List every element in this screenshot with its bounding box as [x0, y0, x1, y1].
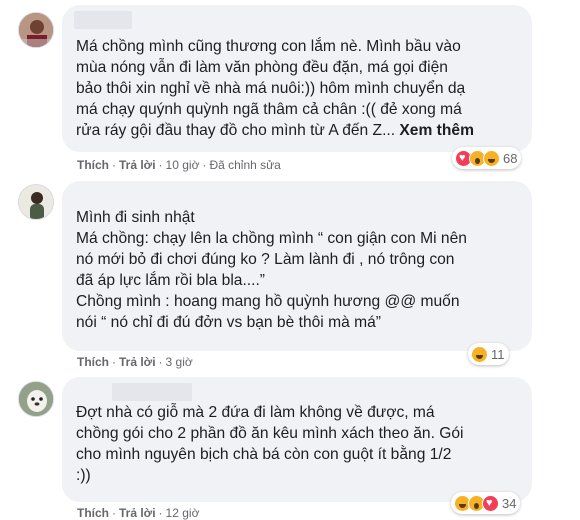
reply-button[interactable]: Trả lời [119, 355, 156, 369]
see-more-link[interactable]: Xem thêm [399, 122, 474, 139]
comment-bubble: Đợt nhà có giỗ mà 2 đứa đi làm không về … [62, 377, 532, 502]
comment-meta: Thích · Trả lời · 3 giờ [77, 355, 193, 369]
comment-text: Đợt nhà có giỗ mà 2 đứa đi làm không về … [76, 404, 464, 484]
comment-meta: Thích · Trả lời · 12 giờ [77, 506, 200, 520]
reaction-summary[interactable]: 34 [451, 492, 521, 514]
comment-meta: Thích · Trả lời · 10 giờ · Đã chỉnh sửa [77, 158, 281, 172]
reply-button[interactable]: Trả lời [119, 158, 156, 172]
like-button[interactable]: Thích [77, 158, 109, 172]
love-icon [482, 494, 499, 512]
reaction-summary[interactable]: 68 [452, 147, 522, 169]
reaction-summary[interactable]: 11 [468, 343, 509, 365]
author-name-redacted[interactable] [112, 383, 192, 401]
reply-button[interactable]: Trả lời [119, 506, 156, 520]
haha-icon [471, 345, 488, 363]
comment-bubble: Mình đi sinh nhật Má chồng: chạy lên la … [62, 181, 532, 351]
avatar[interactable] [18, 184, 54, 220]
avatar[interactable] [18, 12, 54, 48]
comment-text: Má chồng mình cũng thương con lắm nè. Mì… [76, 38, 474, 139]
comment-bubble: Má chồng mình cũng thương con lắm nè. Mì… [62, 5, 532, 152]
avatar-photo-icon [19, 382, 53, 416]
avatar[interactable] [18, 381, 54, 417]
like-button[interactable]: Thích [77, 355, 109, 369]
author-name-redacted[interactable] [74, 11, 132, 29]
edited-label: Đã chỉnh sửa [209, 158, 281, 172]
reaction-count: 34 [502, 495, 517, 511]
comment-text: Mình đi sinh nhật Má chồng: chạy lên la … [76, 209, 467, 331]
timestamp[interactable]: 10 giờ [166, 158, 200, 172]
like-button[interactable]: Thích [77, 506, 109, 520]
avatar-photo-icon [19, 13, 53, 47]
reaction-count: 11 [491, 346, 505, 362]
avatar-photo-icon [19, 185, 53, 219]
timestamp[interactable]: 12 giờ [166, 506, 200, 520]
haha-icon [483, 149, 500, 167]
reaction-count: 68 [503, 150, 518, 166]
timestamp[interactable]: 3 giờ [166, 355, 193, 369]
